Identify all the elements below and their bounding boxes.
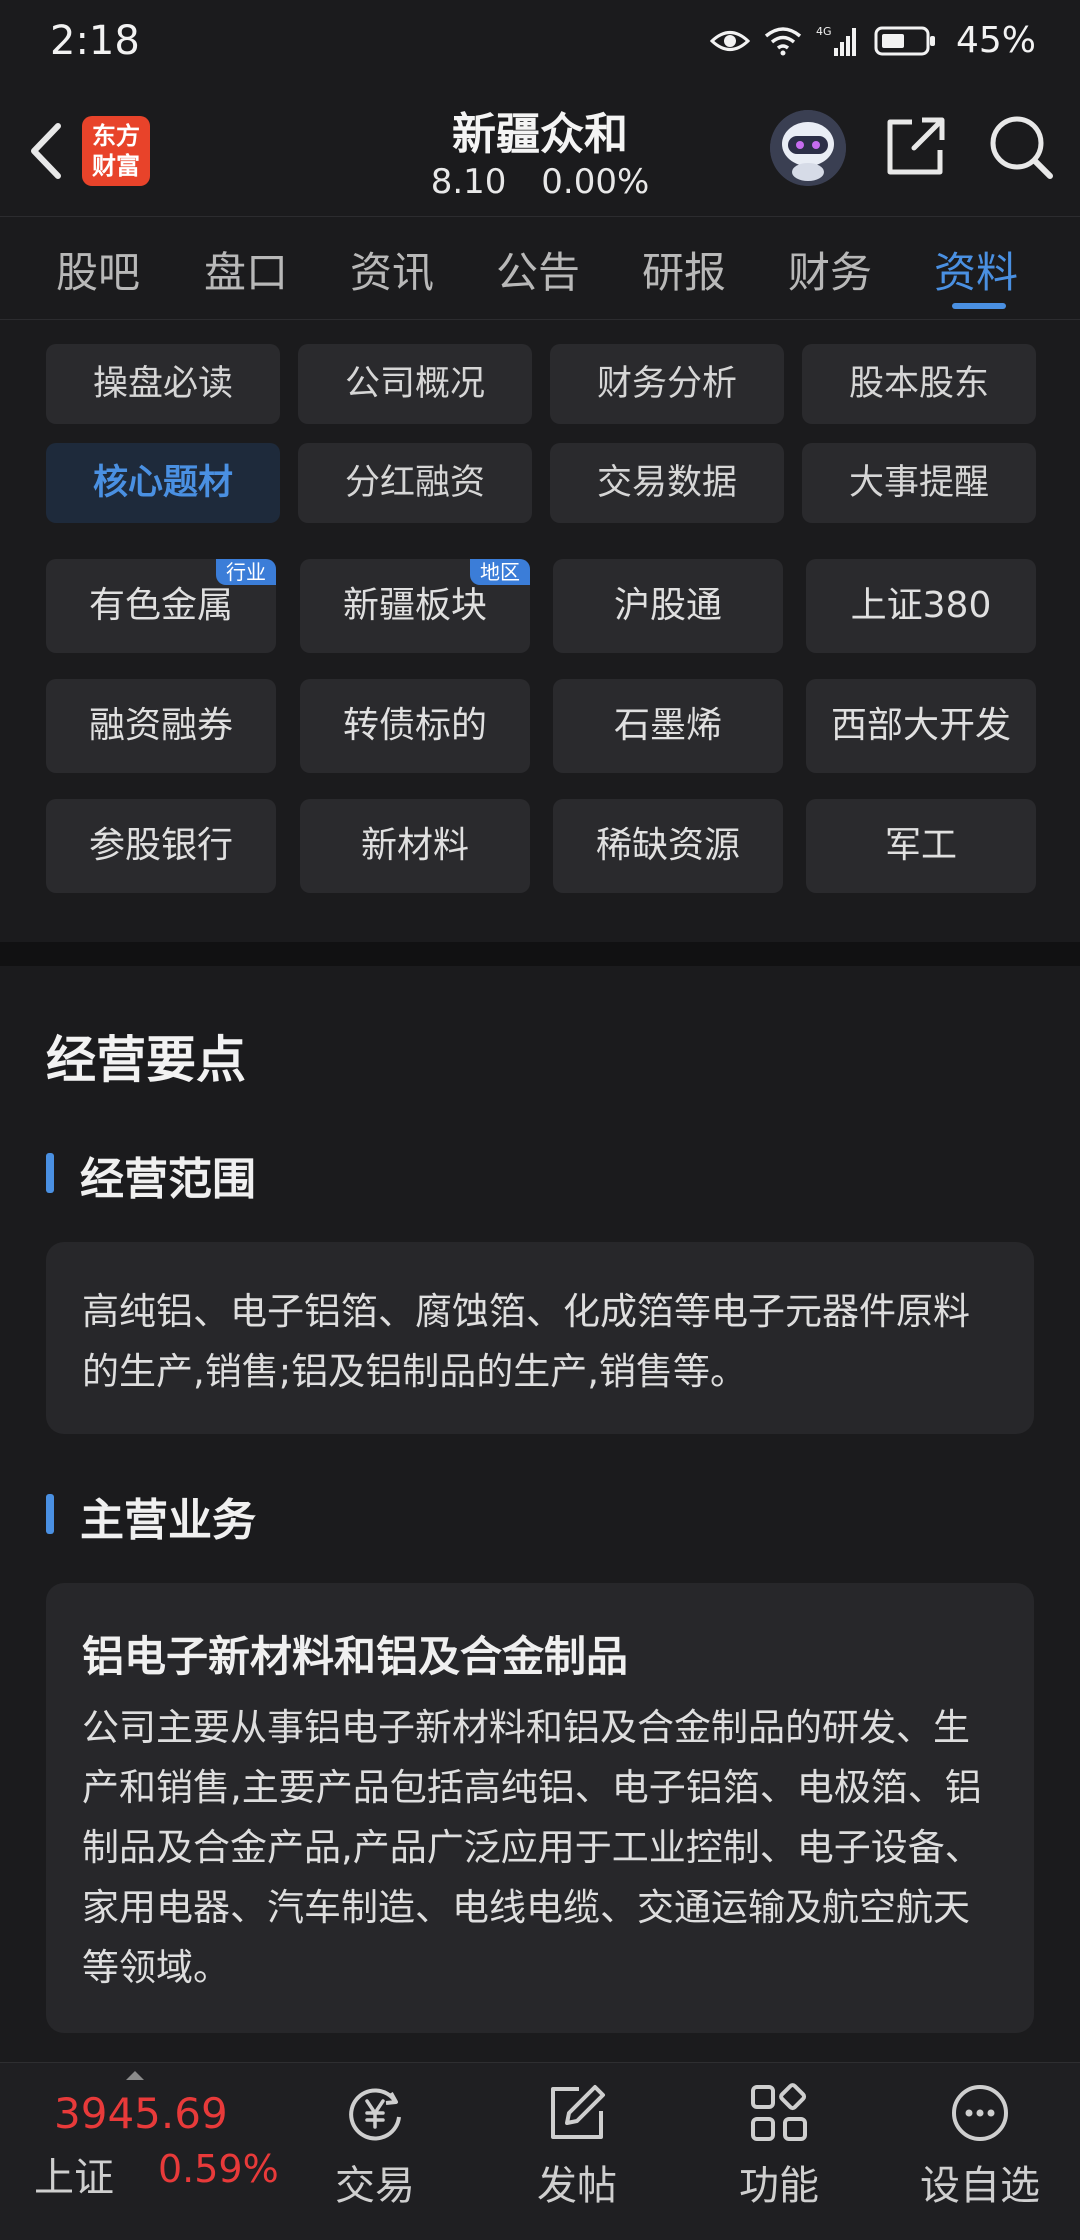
status-bar: 2:18 4G 45% — [0, 0, 1080, 86]
index-value: 3945.69 — [54, 2089, 228, 2138]
trade-yen-icon — [349, 2088, 401, 2141]
search-icon[interactable] — [988, 114, 1054, 180]
wifi-icon — [764, 26, 802, 55]
industry-badge: 行业 — [216, 559, 276, 585]
tag-item[interactable]: 参股银行 — [46, 799, 276, 893]
tab-bar: 股吧 盘口 资讯 公告 研报 财务 资料 — [0, 216, 1080, 320]
tag-item[interactable]: 沪股通 — [553, 559, 783, 653]
tag-item[interactable]: 转债标的 — [300, 679, 530, 773]
nav-post-label: 发帖 — [537, 2163, 617, 2209]
bottom-bar: 3945.69 上证 0.59% 交易 发帖 功能 设自选 — [0, 2062, 1080, 2240]
nav-trade-label: 交易 — [335, 2163, 415, 2209]
tag-item[interactable]: 新材料 — [300, 799, 530, 893]
tab-research[interactable]: 研报 — [642, 239, 726, 300]
category-company-overview[interactable]: 公司概况 — [298, 344, 532, 424]
tag-item[interactable]: 西部大开发 — [806, 679, 1036, 773]
stock-price: 8.10 — [430, 162, 507, 202]
tab-news[interactable]: 资讯 — [350, 239, 434, 300]
tab-finance[interactable]: 财务 — [788, 239, 872, 300]
nav-features-label: 功能 — [739, 2163, 819, 2209]
tab-announcements[interactable]: 公告 — [496, 239, 580, 300]
nav-features[interactable]: 功能 — [709, 2081, 849, 2211]
tab-pankou[interactable]: 盘口 — [204, 239, 288, 300]
more-dots-icon — [952, 2085, 1008, 2141]
business-scope-text: 高纯铝、电子铝箔、腐蚀箔、化成箔等电子元器件原料的生产,销售;铝及铝制品的生产,… — [82, 1290, 970, 1393]
main-business-card: 铝电子新材料和铝及合金制品 公司主要从事铝电子新材料和铝及合金制品的研发、生产和… — [46, 1583, 1034, 2033]
tag-item[interactable]: 上证380 — [806, 559, 1036, 653]
tab-active-indicator — [952, 303, 1006, 309]
section-divider — [0, 942, 1080, 966]
category-dividend-financing[interactable]: 分红融资 — [298, 443, 532, 523]
tag-label: 新疆板块 — [342, 585, 487, 626]
main-business-text: 公司主要从事铝电子新材料和铝及合金制品的研发、生产和销售,主要产品包括高纯铝、电… — [82, 1706, 982, 1989]
nav-post[interactable]: 发帖 — [507, 2081, 647, 2211]
status-time: 2:18 — [50, 18, 140, 64]
section-title: 经营要点 — [46, 1031, 246, 1089]
tag-item[interactable]: 有色金属 行业 — [46, 559, 276, 653]
nav-watchlist-label: 设自选 — [920, 2163, 1040, 2209]
index-name: 上证 — [34, 2155, 114, 2201]
tab-profile[interactable]: 资料 — [934, 239, 1018, 300]
eye-icon — [709, 30, 750, 51]
tag-item[interactable]: 军工 — [806, 799, 1036, 893]
nav-watchlist[interactable]: 设自选 — [910, 2081, 1050, 2211]
battery-percent: 45% — [955, 20, 1036, 61]
network-type: 4G — [816, 25, 832, 38]
tag-label: 有色金属 — [88, 585, 233, 626]
edit-post-icon — [551, 2085, 605, 2139]
main-business-heading: 铝电子新材料和铝及合金制品 — [82, 1632, 629, 1681]
tag-item[interactable]: 新疆板块 地区 — [300, 559, 530, 653]
caret-up-icon — [126, 2071, 144, 2080]
category-core-themes[interactable]: 核心题材 — [46, 443, 280, 523]
share-icon[interactable] — [884, 114, 948, 178]
status-icons: 4G 45% — [709, 20, 1036, 61]
assistant-robot-icon[interactable] — [770, 110, 846, 186]
category-event-reminders[interactable]: 大事提醒 — [802, 443, 1036, 523]
apps-grid-icon — [751, 2083, 807, 2141]
tag-item[interactable]: 融资融券 — [46, 679, 276, 773]
category-trading-data[interactable]: 交易数据 — [550, 443, 784, 523]
stock-change: 0.00% — [541, 162, 650, 202]
category-shareholders[interactable]: 股本股东 — [802, 344, 1036, 424]
business-scope-title: 经营范围 — [46, 1143, 256, 1207]
tab-guba[interactable]: 股吧 — [56, 239, 140, 300]
main-business-title: 主营业务 — [46, 1484, 256, 1548]
index-change: 0.59% — [158, 2147, 279, 2191]
tag-item[interactable]: 稀缺资源 — [553, 799, 783, 893]
battery-icon — [874, 26, 935, 55]
business-scope-card: 高纯铝、电子铝箔、腐蚀箔、化成箔等电子元器件原料的生产,销售;铝及铝制品的生产,… — [46, 1242, 1034, 1434]
region-badge: 地区 — [470, 559, 530, 585]
tag-item[interactable]: 石墨烯 — [553, 679, 783, 773]
nav-trade[interactable]: 交易 — [305, 2081, 445, 2211]
category-financial-analysis[interactable]: 财务分析 — [550, 344, 784, 424]
signal-icon: 4G — [816, 25, 856, 56]
category-trading-must-read[interactable]: 操盘必读 — [46, 344, 280, 424]
header: 东方 财富 新疆众和 8.10 0.00% — [0, 86, 1080, 216]
